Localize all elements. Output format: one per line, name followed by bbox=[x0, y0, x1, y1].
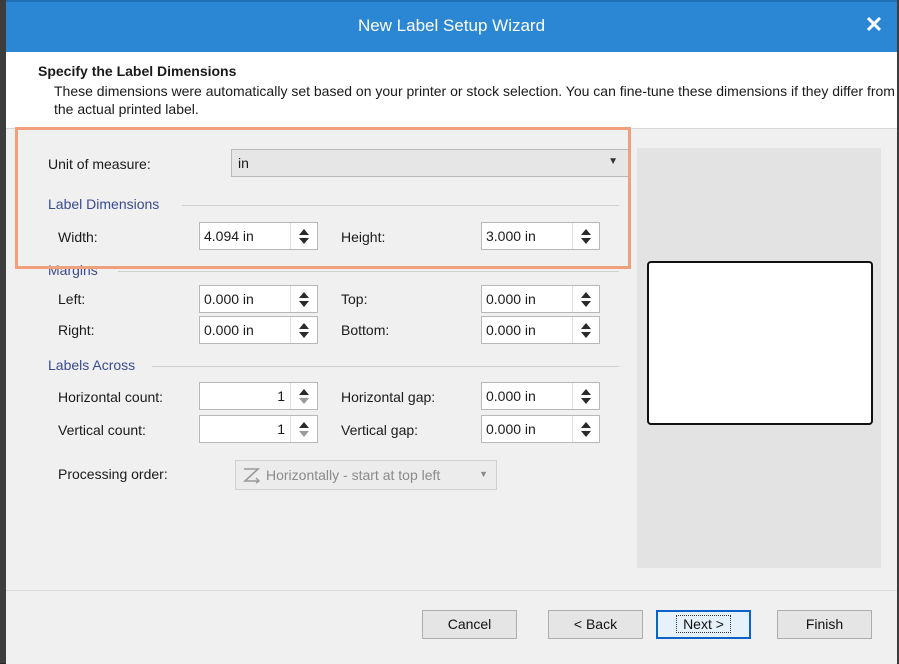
spin-buttons[interactable] bbox=[572, 416, 599, 442]
spin-buttons[interactable] bbox=[290, 416, 317, 442]
vertical-count-value: 1 bbox=[277, 421, 285, 437]
wizard-footer: Cancel < Back Next > Finish bbox=[6, 590, 897, 664]
horizontal-gap-value: 0.000 in bbox=[486, 388, 536, 404]
dropdown-arrow-icon: ▼ bbox=[608, 156, 618, 167]
label-dimensions-section: Label Dimensions bbox=[48, 196, 160, 212]
spin-up-icon[interactable] bbox=[299, 292, 309, 298]
horizontal-count-spinner[interactable]: 1 bbox=[199, 382, 318, 410]
processing-order-value: Horizontally - start at top left bbox=[266, 467, 441, 483]
next-button-label: Next > bbox=[676, 615, 731, 633]
next-button[interactable]: Next > bbox=[656, 610, 751, 639]
spin-down-icon[interactable] bbox=[581, 301, 591, 307]
dropdown-arrow-icon: ▼ bbox=[479, 469, 488, 479]
cancel-button[interactable]: Cancel bbox=[422, 610, 517, 639]
margin-top-spinner[interactable]: 0.000 in bbox=[481, 285, 600, 313]
margin-right-spinner[interactable]: 0.000 in bbox=[199, 316, 318, 344]
margin-bottom-value: 0.000 in bbox=[486, 322, 536, 338]
margin-right-label: Right: bbox=[58, 322, 95, 338]
processing-order-icon bbox=[242, 468, 261, 484]
width-label: Width: bbox=[58, 229, 98, 245]
spin-up-icon[interactable] bbox=[581, 292, 591, 298]
margin-left-spinner[interactable]: 0.000 in bbox=[199, 285, 318, 313]
section-divider bbox=[118, 271, 619, 272]
width-value: 4.094 in bbox=[204, 228, 254, 244]
margin-left-value: 0.000 in bbox=[204, 291, 254, 307]
step-title: Specify the Label Dimensions bbox=[38, 63, 237, 79]
vertical-gap-spinner[interactable]: 0.000 in bbox=[481, 415, 600, 443]
vertical-gap-label: Vertical gap: bbox=[341, 422, 419, 438]
spin-up-icon[interactable] bbox=[299, 229, 309, 235]
spin-buttons[interactable] bbox=[572, 286, 599, 312]
window-title: New Label Setup Wizard bbox=[357, 16, 546, 35]
spin-down-icon[interactable] bbox=[299, 431, 309, 437]
labels-across-section: Labels Across bbox=[48, 357, 136, 373]
margin-left-label: Left: bbox=[58, 291, 86, 307]
close-icon[interactable]: ✕ bbox=[861, 12, 887, 38]
spin-down-icon[interactable] bbox=[299, 238, 309, 244]
spin-buttons[interactable] bbox=[572, 317, 599, 343]
spin-down-icon[interactable] bbox=[581, 332, 591, 338]
finish-button[interactable]: Finish bbox=[777, 610, 872, 639]
spin-up-icon[interactable] bbox=[581, 229, 591, 235]
spin-up-icon[interactable] bbox=[299, 422, 309, 428]
step-description: These dimensions were automatically set … bbox=[54, 83, 895, 117]
spin-up-icon[interactable] bbox=[581, 389, 591, 395]
unit-of-measure-label: Unit of measure: bbox=[48, 156, 151, 172]
spin-buttons[interactable] bbox=[572, 383, 599, 409]
spin-down-icon[interactable] bbox=[299, 301, 309, 307]
height-spinner[interactable]: 3.000 in bbox=[481, 222, 600, 250]
height-label: Height: bbox=[341, 229, 386, 245]
section-divider bbox=[182, 205, 619, 206]
vertical-count-spinner[interactable]: 1 bbox=[199, 415, 318, 443]
horizontal-gap-spinner[interactable]: 0.000 in bbox=[481, 382, 600, 410]
processing-order-label: Processing order: bbox=[58, 466, 168, 482]
spin-up-icon[interactable] bbox=[581, 422, 591, 428]
margin-top-value: 0.000 in bbox=[486, 291, 536, 307]
wizard-header: Specify the Label Dimensions These dimen… bbox=[6, 52, 897, 129]
margin-bottom-label: Bottom: bbox=[341, 322, 390, 338]
horizontal-gap-label: Horizontal gap: bbox=[341, 389, 436, 405]
section-divider bbox=[152, 366, 619, 367]
unit-of-measure-value: in bbox=[238, 155, 249, 171]
spin-down-icon[interactable] bbox=[299, 398, 309, 404]
vertical-count-label: Vertical count: bbox=[58, 422, 146, 438]
spin-buttons[interactable] bbox=[290, 383, 317, 409]
unit-of-measure-dropdown[interactable]: in ▼ bbox=[231, 149, 629, 177]
margin-bottom-spinner[interactable]: 0.000 in bbox=[481, 316, 600, 344]
spin-up-icon[interactable] bbox=[299, 389, 309, 395]
spin-down-icon[interactable] bbox=[299, 332, 309, 338]
spin-down-icon[interactable] bbox=[581, 431, 591, 437]
spin-down-icon[interactable] bbox=[581, 398, 591, 404]
title-bar: New Label Setup Wizard ✕ bbox=[6, 0, 897, 52]
height-value: 3.000 in bbox=[486, 228, 536, 244]
width-spinner[interactable]: 4.094 in bbox=[199, 222, 318, 250]
spin-up-icon[interactable] bbox=[299, 323, 309, 329]
label-preview-shape bbox=[647, 261, 873, 425]
margin-right-value: 0.000 in bbox=[204, 322, 254, 338]
width-spin-buttons[interactable] bbox=[290, 223, 317, 249]
margin-top-label: Top: bbox=[341, 291, 368, 307]
processing-order-dropdown[interactable]: Horizontally - start at top left ▼ bbox=[235, 460, 497, 490]
margins-section: Margins bbox=[48, 262, 98, 278]
horizontal-count-label: Horizontal count: bbox=[58, 389, 164, 405]
horizontal-count-value: 1 bbox=[277, 388, 285, 404]
spin-buttons[interactable] bbox=[290, 317, 317, 343]
spin-down-icon[interactable] bbox=[581, 238, 591, 244]
wizard-content: Unit of measure: in ▼ Label Dimensions W… bbox=[6, 129, 897, 590]
back-button[interactable]: < Back bbox=[548, 610, 643, 639]
vertical-gap-value: 0.000 in bbox=[486, 421, 536, 437]
spin-buttons[interactable] bbox=[290, 286, 317, 312]
label-preview-pane bbox=[637, 148, 881, 568]
spin-up-icon[interactable] bbox=[581, 323, 591, 329]
height-spin-buttons[interactable] bbox=[572, 223, 599, 249]
